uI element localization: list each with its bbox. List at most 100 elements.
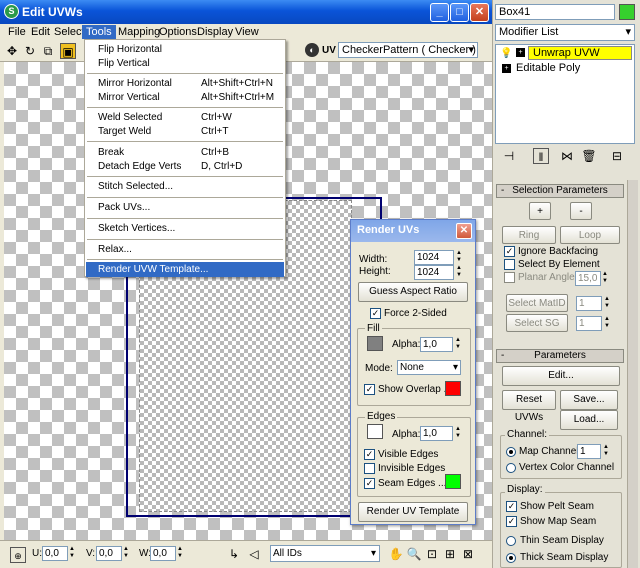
stack-item-editable-poly[interactable]: Editable Poly — [516, 62, 580, 75]
sg-spinner[interactable]: ▲ ▼ — [603, 316, 611, 331]
uv-channel-icon[interactable]: ◐ — [305, 43, 319, 57]
object-name-field[interactable]: Box41 — [495, 4, 615, 20]
visible-edges-checkbox[interactable]: ✓ — [364, 449, 375, 460]
overlap-color-swatch[interactable] — [445, 381, 461, 396]
remove-modifier-icon[interactable]: 🗑 — [581, 148, 597, 164]
force-2-sided-checkbox[interactable]: ✓ — [370, 308, 381, 319]
zoom-extents-icon[interactable]: ⊞ — [442, 546, 458, 562]
stack-item-unwrap-uvw[interactable]: Unwrap UVW — [528, 46, 632, 60]
object-color-swatch[interactable] — [619, 4, 635, 20]
save-button[interactable]: Save... — [560, 390, 618, 410]
show-overlap-checkbox[interactable]: ✓ — [364, 384, 375, 395]
menu-file[interactable]: File — [4, 25, 30, 39]
expand-icon[interactable]: + — [516, 48, 525, 57]
menu-item-flip-vertical[interactable]: Flip Vertical — [86, 56, 284, 71]
v-field[interactable]: 0,0 — [96, 546, 122, 561]
close-button[interactable]: ✕ — [470, 3, 489, 22]
menu-tools[interactable]: Tools — [82, 25, 116, 39]
select-sg-button[interactable]: Select SG — [506, 314, 568, 332]
configure-sets-icon[interactable]: ⊟ — [609, 148, 625, 164]
minimize-button[interactable]: _ — [430, 3, 449, 22]
make-unique-icon[interactable]: ⋈ — [559, 148, 575, 164]
menu-item-break[interactable]: Break Ctrl+B — [86, 145, 284, 160]
lock-selection-icon[interactable]: ⊕ — [10, 547, 26, 563]
thin-seam-radio[interactable] — [506, 536, 516, 546]
fill-alpha-field[interactable]: 1,0 — [420, 337, 453, 352]
title-bar[interactable]: S Edit UVWs _ □ ✕ — [0, 0, 492, 24]
reset-uvws-button[interactable]: Reset UVWs — [502, 390, 556, 423]
show-map-seam-checkbox[interactable]: ✓ — [506, 516, 517, 527]
planar-angle-field[interactable]: 15,0 — [575, 271, 601, 286]
planar-angle-spinner[interactable]: ▲ ▼ — [601, 271, 609, 286]
menu-item-detach-edge-verts[interactable]: Detach Edge Verts D, Ctrl+D — [86, 159, 284, 174]
menu-item-mirror-horizontal[interactable]: Mirror Horizontal Alt+Shift+Ctrl+N — [86, 76, 284, 91]
modifier-list-dropdown[interactable]: Modifier List ▾ — [495, 24, 635, 41]
menu-item-target-weld[interactable]: Target Weld Ctrl+T — [86, 124, 284, 139]
thick-seam-radio[interactable] — [506, 553, 516, 563]
grow-selection-button[interactable]: + — [529, 202, 551, 220]
pan-icon[interactable]: ✋ — [388, 546, 404, 562]
pointer-icon[interactable]: ◁ — [246, 546, 262, 562]
menu-item-relax[interactable]: Relax... — [86, 242, 284, 257]
planar-angle-checkbox[interactable] — [504, 272, 515, 283]
menu-item-stitch-selected[interactable]: Stitch Selected... — [86, 179, 284, 194]
vertex-color-channel-radio[interactable] — [506, 463, 516, 473]
sg-field[interactable]: 1 — [576, 316, 602, 331]
guess-aspect-ratio-button[interactable]: Guess Aspect Ratio — [358, 282, 468, 302]
menu-item-sketch-vertices[interactable]: Sketch Vertices... — [86, 221, 284, 236]
ids-dropdown[interactable]: All IDs ▾ — [270, 545, 380, 562]
height-spinner[interactable]: ▲ ▼ — [455, 265, 463, 280]
expand-icon[interactable]: + — [502, 64, 511, 73]
show-pelt-seam-checkbox[interactable]: ✓ — [506, 501, 517, 512]
menu-view[interactable]: View — [231, 25, 263, 39]
scale-icon[interactable]: ⧉ — [40, 43, 56, 59]
w-field[interactable]: 0,0 — [150, 546, 176, 561]
v-spinner[interactable]: ▲ ▼ — [122, 546, 130, 561]
load-button[interactable]: Load... — [560, 410, 618, 430]
ring-button[interactable]: Ring — [502, 226, 556, 244]
width-field[interactable]: 1024 — [414, 250, 454, 265]
ignore-backfacing-checkbox[interactable]: ✓ — [504, 246, 515, 257]
menu-item-pack-uvs[interactable]: Pack UVs... — [86, 200, 284, 215]
render-uv-template-button[interactable]: Render UV Template — [358, 502, 468, 522]
grid-snap-icon[interactable]: ⊠ — [460, 546, 476, 562]
u-spinner[interactable]: ▲ ▼ — [68, 546, 76, 561]
selection-parameters-rollout[interactable]: - Selection Parameters — [496, 184, 624, 198]
matid-field[interactable]: 1 — [576, 296, 602, 311]
hook-icon[interactable]: ↳ — [226, 546, 242, 562]
loop-button[interactable]: Loop — [560, 226, 620, 244]
map-channel-spinner[interactable]: ▲ ▼ — [602, 444, 610, 459]
close-icon[interactable]: ✕ — [456, 223, 472, 239]
fill-mode-dropdown[interactable]: None ▾ — [397, 360, 461, 375]
show-end-result-icon[interactable]: ‖ — [533, 148, 549, 164]
map-channel-radio[interactable] — [506, 447, 516, 457]
select-matid-button[interactable]: Select MatID — [506, 294, 568, 312]
edges-alpha-field[interactable]: 1,0 — [420, 426, 453, 441]
menu-item-render-uvw-template[interactable]: Render UVW Template... — [86, 262, 284, 277]
freeform-icon[interactable]: ▣ — [60, 43, 76, 59]
map-channel-field[interactable]: 1 — [577, 444, 601, 459]
w-spinner[interactable]: ▲ ▼ — [176, 546, 184, 561]
seam-color-swatch[interactable] — [445, 474, 461, 489]
checker-pattern-dropdown[interactable]: CheckerPattern ( Checker ) ▾ — [338, 42, 478, 58]
matid-spinner[interactable]: ▲ ▼ — [603, 296, 611, 311]
zoom-icon[interactable]: 🔍 — [406, 546, 422, 562]
menu-item-flip-horizontal[interactable]: Flip Horizontal — [86, 42, 284, 57]
width-spinner[interactable]: ▲ ▼ — [455, 250, 463, 265]
maximize-button[interactable]: □ — [450, 3, 469, 22]
menu-item-mirror-vertical[interactable]: Mirror Vertical Alt+Shift+Ctrl+M — [86, 90, 284, 105]
menu-item-weld-selected[interactable]: Weld Selected Ctrl+W — [86, 110, 284, 125]
invisible-edges-checkbox[interactable] — [364, 463, 375, 474]
shrink-selection-button[interactable]: - — [570, 202, 592, 220]
render-dialog-title-bar[interactable]: Render UVs ✕ — [351, 220, 475, 242]
parameters-rollout[interactable]: - Parameters — [496, 349, 624, 363]
fill-alpha-spinner[interactable]: ▲ ▼ — [454, 337, 462, 352]
select-by-element-checkbox[interactable] — [504, 259, 515, 270]
seam-edges-checkbox[interactable]: ✓ — [364, 478, 375, 489]
lightbulb-icon[interactable]: 💡 — [500, 48, 512, 60]
zoom-region-icon[interactable]: ⊡ — [424, 546, 440, 562]
fill-color-swatch[interactable] — [367, 336, 383, 351]
move-icon[interactable]: ✥ — [4, 43, 20, 59]
edges-alpha-spinner[interactable]: ▲ ▼ — [454, 426, 462, 441]
height-field[interactable]: 1024 — [414, 265, 454, 280]
